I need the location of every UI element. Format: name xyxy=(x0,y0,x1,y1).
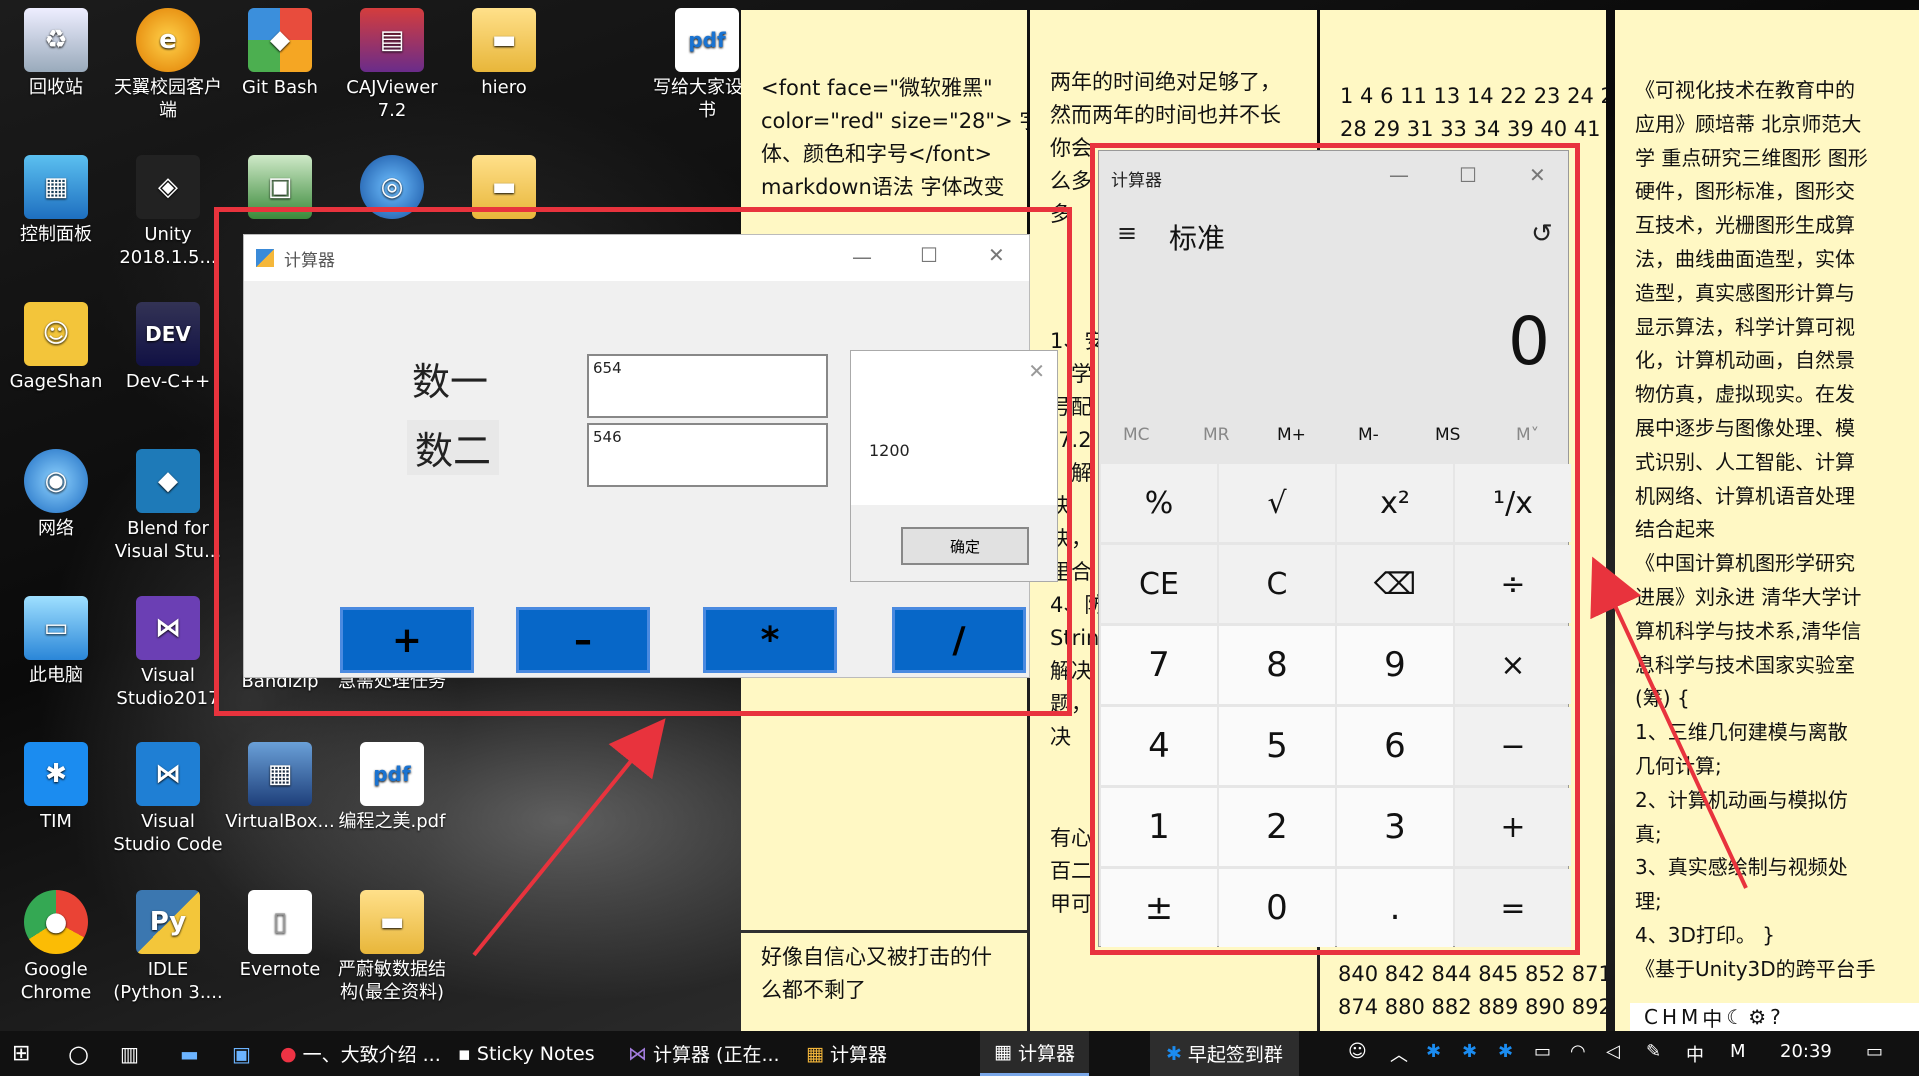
tim-tray-icon-2[interactable]: ✱ xyxy=(1462,1041,1477,1062)
battery-icon[interactable]: ▭ xyxy=(1534,1041,1551,1062)
ime-language-tray[interactable]: 中 xyxy=(1686,1041,1704,1067)
taskbar-chrome[interactable]: ● 一、大致介绍 ... xyxy=(280,1031,441,1076)
ime-toolbar[interactable]: CH M 中 ☾ ⚙ ? xyxy=(1630,1003,1919,1031)
ime-gear-icon[interactable]: ⚙ xyxy=(1748,1005,1770,1029)
tim-tray-icon-3[interactable]: ✱ xyxy=(1498,1041,1513,1062)
volume-icon[interactable]: ◁ xyxy=(1606,1041,1620,1062)
wifi-icon[interactable]: ◠ xyxy=(1570,1041,1586,1062)
visual-studio-icon: ⋈ xyxy=(628,1042,647,1065)
taskbar-vs-calculator[interactable]: ⋈ 计算器 (正在... xyxy=(628,1031,780,1076)
pen-icon[interactable]: ✎ xyxy=(1646,1041,1661,1062)
ime-m-tray[interactable]: M xyxy=(1730,1041,1746,1062)
task-view-icon[interactable]: ▥ xyxy=(120,1031,139,1076)
explorer-taskbar-icon[interactable]: ▣ xyxy=(232,1031,251,1076)
taskbar: ⊞ ○ ▥ ▬ ▣ ● 一、大致介绍 ... ▪ Sticky Notes ⋈ … xyxy=(0,1031,1919,1076)
ime-ch[interactable]: CH xyxy=(1644,1005,1681,1029)
ime-lang[interactable]: 中 xyxy=(1702,1003,1726,1032)
windows-start-icon[interactable]: ⊞ xyxy=(12,1031,30,1076)
arrow-to-calculator xyxy=(1590,556,1748,889)
search-icon[interactable]: ○ xyxy=(68,1031,89,1076)
chevron-up-icon[interactable]: ︿ xyxy=(1390,1041,1408,1067)
people-icon[interactable]: ☺ xyxy=(1348,1041,1367,1062)
taskbar-sticky-notes[interactable]: ▪ Sticky Notes xyxy=(458,1031,595,1076)
ime-mode-m[interactable]: M xyxy=(1681,1005,1702,1029)
tim-icon: ✱ xyxy=(1166,1042,1182,1065)
ime-help-icon[interactable]: ? xyxy=(1770,1005,1785,1029)
folder-taskbar-icon[interactable]: ▬ xyxy=(180,1031,199,1076)
taskbar-calculator-win[interactable]: ▦ 计算器 xyxy=(980,1031,1089,1076)
arrow-to-form xyxy=(472,718,666,957)
calculator-icon: ▦ xyxy=(994,1041,1012,1063)
sticky-notes-icon: ▪ xyxy=(458,1042,471,1065)
taskbar-chat-group[interactable]: ✱ 早起签到群 xyxy=(1150,1031,1299,1076)
clock[interactable]: 20:39 xyxy=(1780,1041,1832,1062)
calculator-app-icon: ▦ xyxy=(806,1042,824,1065)
annotation-arrows xyxy=(472,556,1748,957)
taskbar-calculator-form[interactable]: ▦ 计算器 xyxy=(806,1031,887,1076)
notification-icon[interactable]: ▭ xyxy=(1866,1041,1883,1062)
ime-moon-icon[interactable]: ☾ xyxy=(1726,1005,1748,1029)
chrome-icon: ● xyxy=(280,1042,297,1065)
tim-tray-icon[interactable]: ✱ xyxy=(1426,1041,1441,1062)
